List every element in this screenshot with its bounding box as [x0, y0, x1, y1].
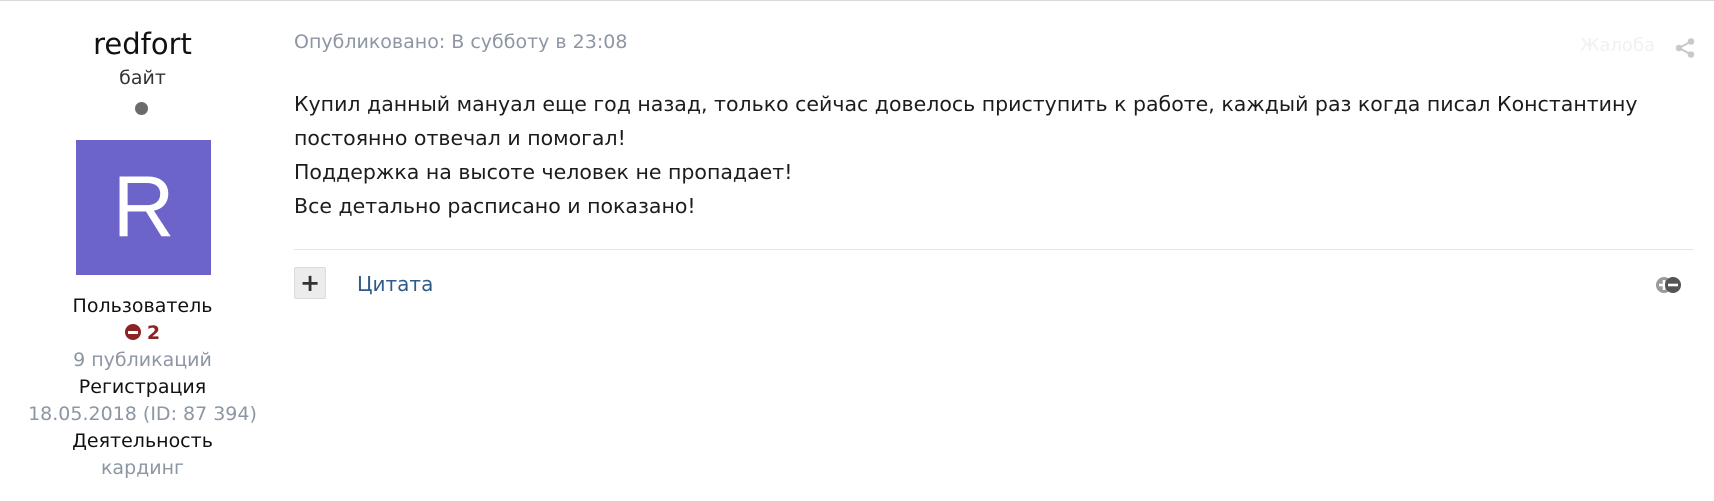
plus-button[interactable]: + [294, 267, 326, 299]
post-line: постоянно отвечал и помогал! [294, 126, 626, 150]
author-name[interactable]: redfort [0, 25, 285, 63]
minus-circle-icon [124, 324, 141, 340]
post-date: Опубликовано: В субботу в 23:08 [294, 31, 628, 53]
post-line: Купил данный мануал еще год назад, тольк… [294, 92, 1638, 116]
multiquote-icon[interactable] [1654, 274, 1684, 296]
divider [294, 249, 1694, 250]
author-post-count[interactable]: 9 публикаций [0, 347, 285, 373]
post-body: Купил данный мануал еще год назад, тольк… [294, 87, 1694, 223]
post-line: Поддержка на высоте человек не пропадает… [294, 160, 793, 184]
author-title: байт [119, 67, 166, 89]
activity-value: кардинг [100, 457, 185, 479]
author-group: Пользователь [72, 295, 213, 317]
offline-status-icon [135, 102, 148, 115]
activity-label: Деятельность [72, 430, 213, 452]
registration-value: 18.05.2018 (ID: 87 394) [28, 403, 257, 425]
forum-post: redfort байт R Пользователь 2 9 публикац… [0, 0, 1714, 501]
reputation-value: 2 [146, 322, 161, 344]
post-line: Все детально расписано и показано! [294, 194, 696, 218]
report-link[interactable]: Жалоба [1580, 35, 1655, 56]
avatar[interactable]: R [76, 140, 211, 275]
quote-link[interactable]: Цитата [357, 272, 433, 296]
reputation-badge: 2 [0, 320, 285, 346]
share-icon[interactable] [1674, 37, 1696, 59]
registration-label: Регистрация [78, 376, 207, 398]
